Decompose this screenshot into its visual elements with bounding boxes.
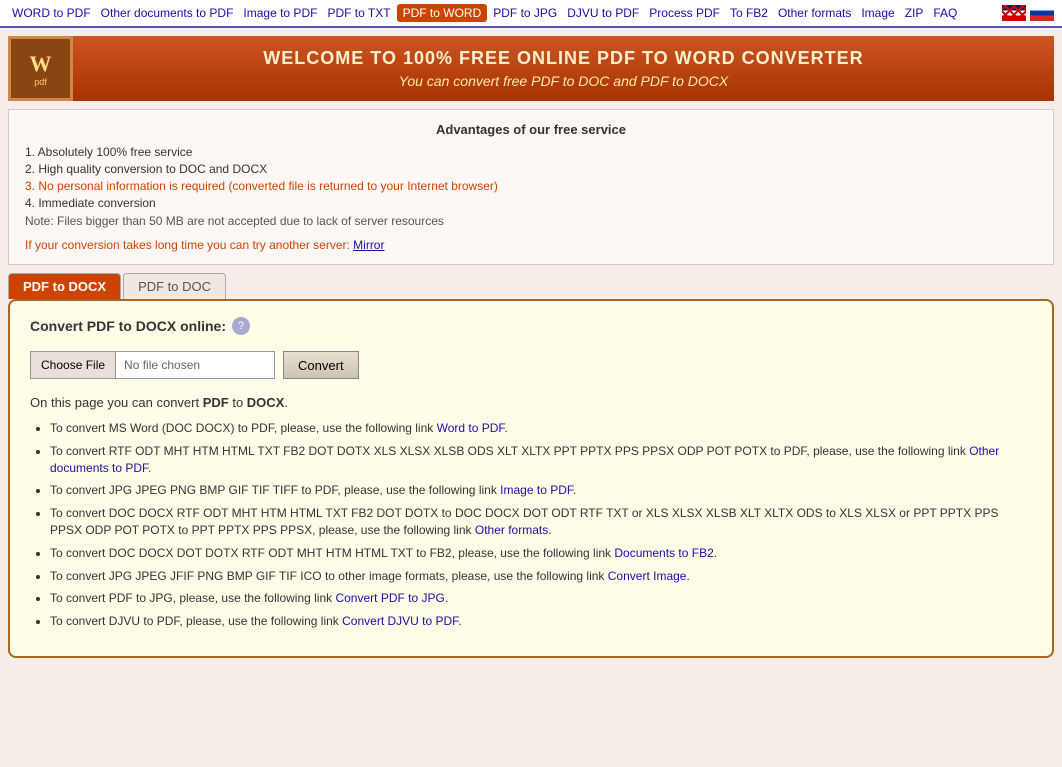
file-input-row: Choose File No file chosen Convert — [30, 351, 1032, 379]
mirror-link[interactable]: Mirror — [353, 238, 384, 252]
nav-link-faq[interactable]: FAQ — [929, 4, 961, 22]
nav-link-process-pdf[interactable]: Process PDF — [645, 4, 724, 22]
info-icon[interactable]: ? — [232, 317, 250, 335]
bullet-item: To convert RTF ODT MHT HTM HTML TXT FB2 … — [50, 443, 1032, 477]
nav-link-pdf-to-jpg[interactable]: PDF to JPG — [489, 4, 561, 22]
advantages-item: 4. Immediate conversion — [25, 196, 1037, 210]
nav-link-djvu-to-pdf[interactable]: DJVU to PDF — [563, 4, 643, 22]
bullet-item: To convert DOC DOCX RTF ODT MHT HTM HTML… — [50, 505, 1032, 539]
language-flags — [1002, 5, 1054, 21]
mirror-line: If your conversion takes long time you c… — [25, 238, 1037, 252]
bullet-item: To convert MS Word (DOC DOCX) to PDF, pl… — [50, 420, 1032, 437]
bullet-link[interactable]: Convert Image — [608, 569, 687, 583]
top-navigation: WORD to PDFOther documents to PDFImage t… — [0, 0, 1062, 28]
tabs-row: PDF to DOCXPDF to DOC — [8, 273, 1054, 299]
file-name-display: No file chosen — [115, 351, 275, 379]
bullet-item: To convert JPG JPEG JFIF PNG BMP GIF TIF… — [50, 568, 1032, 585]
logo-letter: W — [30, 51, 52, 77]
advantages-item: 2. High quality conversion to DOC and DO… — [25, 162, 1037, 176]
nav-link-other-docs-to-pdf[interactable]: Other documents to PDF — [97, 4, 238, 22]
mirror-text: If your conversion takes long time you c… — [25, 238, 353, 252]
advantages-list: 1. Absolutely 100% free service 2. High q… — [25, 145, 1037, 210]
nav-links: WORD to PDFOther documents to PDFImage t… — [8, 4, 961, 22]
bullet-link[interactable]: Convert DJVU to PDF — [342, 614, 458, 628]
header-text: WELCOME TO 100% FREE ONLINE PDF TO WORD … — [73, 40, 1054, 97]
converter-box: Convert PDF to DOCX online: ? Choose Fil… — [8, 299, 1054, 658]
nav-link-zip[interactable]: ZIP — [901, 4, 928, 22]
info-text: On this page you can convert PDF to DOCX… — [30, 395, 1032, 410]
logo: W pdf — [8, 36, 73, 101]
convert-button[interactable]: Convert — [283, 351, 359, 379]
advantages-item: 1. Absolutely 100% free service — [25, 145, 1037, 159]
tab-1[interactable]: PDF to DOC — [123, 273, 226, 299]
nav-link-pdf-to-word[interactable]: PDF to WORD — [397, 4, 488, 22]
bullet-link[interactable]: Convert PDF to JPG — [335, 591, 444, 605]
nav-link-image[interactable]: Image — [857, 4, 898, 22]
nav-link-to-fb2[interactable]: To FB2 — [726, 4, 772, 22]
bullet-list: To convert MS Word (DOC DOCX) to PDF, pl… — [30, 420, 1032, 630]
advantages-item: 3. No personal information is required (… — [25, 179, 1037, 193]
header-banner: W pdf WELCOME TO 100% FREE ONLINE PDF TO… — [8, 36, 1054, 101]
bullet-item: To convert DJVU to PDF, please, use the … — [50, 613, 1032, 630]
nav-link-image-to-pdf[interactable]: Image to PDF — [239, 4, 321, 22]
convert-label: Convert PDF to DOCX online: — [30, 318, 226, 334]
bullet-item: To convert PDF to JPG, please, use the f… — [50, 590, 1032, 607]
bullet-item: To convert JPG JPEG PNG BMP GIF TIF TIFF… — [50, 482, 1032, 499]
bullet-link[interactable]: Documents to FB2 — [614, 546, 713, 560]
bullet-link[interactable]: Word to PDF — [437, 421, 505, 435]
flag-ru[interactable] — [1030, 5, 1054, 21]
choose-file-button[interactable]: Choose File — [30, 351, 115, 379]
advantages-note: Note: Files bigger than 50 MB are not ac… — [25, 214, 1037, 228]
bullet-link[interactable]: Other documents to PDF — [50, 444, 999, 475]
nav-link-other-formats[interactable]: Other formats — [774, 4, 855, 22]
header-title: WELCOME TO 100% FREE ONLINE PDF TO WORD … — [73, 48, 1054, 69]
tab-0[interactable]: PDF to DOCX — [8, 273, 121, 299]
advantages-section: Advantages of our free service 1. Absolu… — [8, 109, 1054, 265]
nav-link-pdf-to-txt[interactable]: PDF to TXT — [323, 4, 394, 22]
bullet-link[interactable]: Image to PDF — [500, 483, 573, 497]
flag-uk[interactable] — [1002, 5, 1026, 21]
convert-label-row: Convert PDF to DOCX online: ? — [30, 317, 1032, 335]
nav-link-word-to-pdf[interactable]: WORD to PDF — [8, 4, 95, 22]
bullet-item: To convert DOC DOCX DOT DOTX RTF ODT MHT… — [50, 545, 1032, 562]
header-subtitle: You can convert free PDF to DOC and PDF … — [73, 73, 1054, 89]
logo-sub: pdf — [30, 77, 52, 87]
bullet-link[interactable]: Other formats — [475, 523, 548, 537]
advantages-title: Advantages of our free service — [25, 122, 1037, 137]
